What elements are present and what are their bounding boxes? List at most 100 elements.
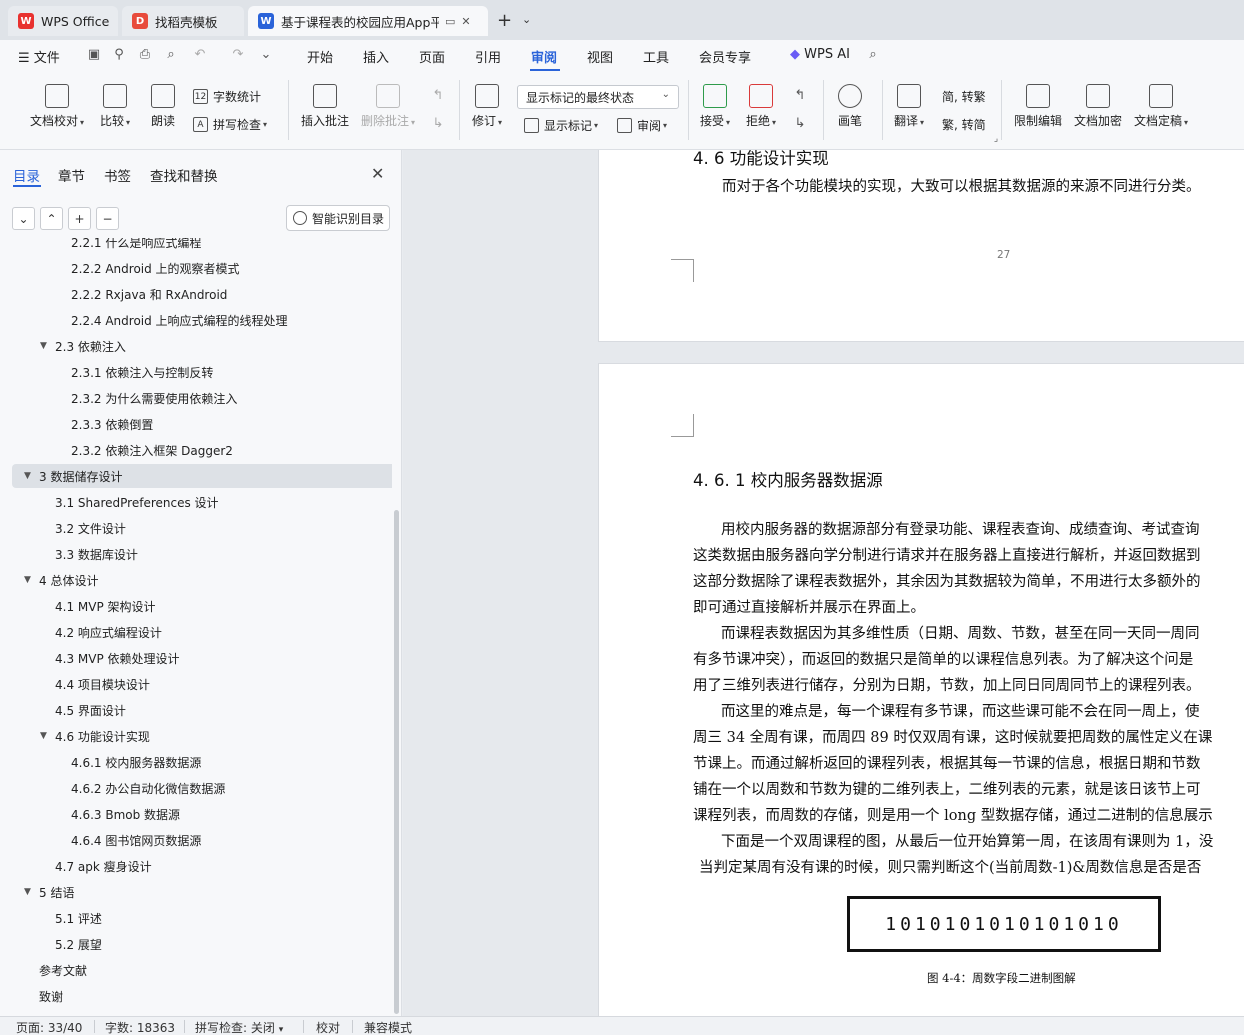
share-icon[interactable]: ⚲ [111,47,127,63]
toc-item[interactable]: 4.1 MVP 架构设计 [0,594,392,618]
search-icon[interactable]: ⌕ [865,47,881,63]
toc-item[interactable]: 2.3.2 依赖注入框架 Dagger2 [0,438,392,462]
wps-ai-button[interactable]: ◆ WPS AI [790,47,850,62]
close-icon[interactable]: ✕ [461,15,470,28]
pen-button[interactable]: 画笔 [838,84,862,129]
compare-button[interactable]: 比较 ▾ [100,84,130,129]
reject-button[interactable]: 拒绝 ▾ [746,84,776,129]
undo-icon[interactable]: ↶ [192,47,208,63]
toc-item[interactable]: ▼ 3 数据储存设计 [12,464,392,488]
smart-toc-button[interactable]: 智能识别目录 [286,205,390,231]
toc-item[interactable]: 4.2 响应式编程设计 [0,620,392,644]
spell-check-status[interactable]: 拼写检查: 关闭 ▾ [195,1019,283,1035]
previous-revision-icon[interactable]: ↰ [792,88,808,104]
toc-item[interactable]: 4.6.2 办公自动化微信数据源 [0,776,392,800]
toc-item[interactable]: 2.2.2 Rxjava 和 RxAndroid [0,282,392,306]
remove-heading-button[interactable]: − [96,207,119,230]
restrict-edit-button[interactable]: 限制编辑 [1014,84,1062,129]
nav-tab-find-replace[interactable]: 查找和替换 [150,165,218,185]
toc-item[interactable]: 2.3.3 依赖倒置 [0,412,392,436]
menu-member[interactable]: 会员专享 [699,47,751,66]
expand-caret-icon[interactable]: ▼ [40,341,47,351]
toc-item[interactable]: 参考文献 [0,958,392,982]
delete-comment-button[interactable]: 删除批注 ▾ [361,84,415,129]
toc-item[interactable]: 5.2 展望 [0,932,392,956]
toc-item[interactable]: 4.4 项目模块设计 [0,672,392,696]
expand-caret-icon[interactable]: ▼ [40,731,47,741]
doc-check-button[interactable]: 文档校对 ▾ [30,84,84,129]
expand-up-button[interactable]: ⌃ [40,207,63,230]
nav-tab-toc[interactable]: 目录 [13,165,40,185]
toc-item[interactable]: 2.3.1 依赖注入与控制反转 [0,360,392,384]
accept-button[interactable]: 接受 ▾ [700,84,730,129]
toc-item[interactable]: 4.7 apk 瘦身设计 [0,854,392,878]
print-preview-icon[interactable]: ⌕ [163,47,179,63]
page-indicator[interactable]: 页面: 33/40 [16,1019,82,1035]
word-count-status[interactable]: 字数: 18363 [105,1019,175,1035]
toc-item[interactable]: 5.1 评述 [0,906,392,930]
insert-comment-button[interactable]: 插入批注 [301,84,349,129]
print-icon[interactable]: ⎙ [137,47,153,63]
menu-page[interactable]: 页面 [419,47,445,66]
to-simplified-button[interactable]: 繁, 转简 [942,116,986,133]
markup-state-select[interactable]: 显示标记的最终状态 ⌄ [517,85,679,109]
toc-item[interactable]: 3.1 SharedPreferences 设计 [0,490,392,514]
expand-caret-icon[interactable]: ▼ [24,575,31,585]
nav-scrollbar[interactable] [394,510,399,1014]
revise-button[interactable]: 修订 ▾ [472,84,502,129]
toc-item[interactable]: 4.6.4 图书馆网页数据源 [0,828,392,852]
add-heading-button[interactable]: + [68,207,91,230]
collapse-all-button[interactable]: ⌄ [12,207,35,230]
menu-insert[interactable]: 插入 [363,47,389,66]
window-icon[interactable]: ▭ [445,15,455,28]
toc-item[interactable]: 4.5 界面设计 [0,698,392,722]
toc-item[interactable]: 3.3 数据库设计 [0,542,392,566]
expand-caret-icon[interactable]: ▼ [24,887,31,897]
toc-item[interactable]: 2.2.1 什么是响应式编程 [0,238,392,254]
close-icon[interactable]: ✕ [371,164,384,183]
redo-icon[interactable]: ↷ [230,47,246,63]
new-tab-icon[interactable]: + [497,10,512,31]
next-revision-icon[interactable]: ↳ [792,116,808,132]
previous-comment-icon[interactable]: ↰ [430,88,446,104]
nav-tab-bookmarks[interactable]: 书签 [104,165,131,185]
toc-item[interactable]: 4.6.1 校内服务器数据源 [0,750,392,774]
menu-view[interactable]: 视图 [587,47,613,66]
show-markup-button[interactable]: 显示标记 ▾ [524,117,598,134]
toc-item[interactable]: ▼ 4 总体设计 [0,568,392,592]
toc-item[interactable]: 4.3 MVP 依赖处理设计 [0,646,392,670]
toc-item[interactable]: 2.3.2 为什么需要使用依赖注入 [0,386,392,410]
expand-caret-icon[interactable]: ▼ [24,471,31,481]
nav-tab-chapters[interactable]: 章节 [58,165,85,185]
proofread-status[interactable]: 校对 [316,1019,340,1035]
toc-item[interactable]: 2.2.2 Android 上的观察者模式 [0,256,392,280]
toc-item[interactable]: 致谢 [0,984,392,1008]
read-aloud-button[interactable]: 朗读 [151,84,175,129]
toc-item[interactable]: 4.6.3 Bmob 数据源 [0,802,392,826]
toc-item[interactable]: ▼ 2.3 依赖注入 [0,334,392,358]
save-icon[interactable]: ▣ [86,47,102,63]
word-count-button[interactable]: 12 字数统计 [193,88,261,105]
tab-docer-templates[interactable]: D 找稻壳模板 [122,6,244,36]
menu-references[interactable]: 引用 [475,47,501,66]
toc-item[interactable]: 2.2.4 Android 上响应式编程的线程处理 [0,308,392,332]
doc-finalize-button[interactable]: 文档定稿 ▾ [1134,84,1188,129]
tab-wps-office[interactable]: W WPS Office [8,6,118,36]
menu-tools[interactable]: 工具 [643,47,669,66]
tab-current-document[interactable]: W 基于课程表的校园应用App平台 ▭ ✕ [248,6,488,36]
translate-button[interactable]: 翻译 ▾ [894,84,924,129]
menu-home[interactable]: 开始 [307,47,333,66]
spell-check-button[interactable]: A 拼写检查 ▾ [193,116,267,133]
chevron-down-icon[interactable]: ⌄ [522,13,531,26]
doc-encrypt-button[interactable]: 文档加密 [1074,84,1122,129]
to-traditional-button[interactable]: 简, 转繁 [942,88,986,105]
toc-item[interactable]: ▼ 4.6 功能设计实现 [0,724,392,748]
toc-item[interactable]: ▼ 5 结语 [0,880,392,904]
quick-access-more-icon[interactable]: ⌄ [258,47,274,63]
toc-item[interactable]: 3.2 文件设计 [0,516,392,540]
file-menu[interactable]: ☰ 文件 [18,47,60,66]
next-comment-icon[interactable]: ↳ [430,116,446,132]
minus-icon: − [102,211,113,226]
review-pane-button[interactable]: 审阅 ▾ [617,117,667,134]
menu-review[interactable]: 审阅 [531,47,557,66]
